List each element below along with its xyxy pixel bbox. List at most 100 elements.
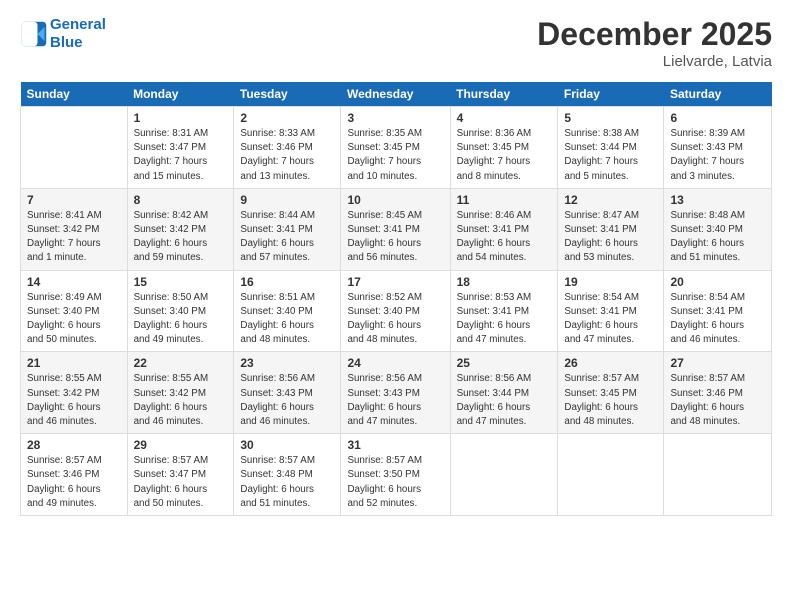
day-number: 22	[134, 356, 228, 370]
cell-details: Sunrise: 8:47 AM Sunset: 3:41 PM Dayligh…	[564, 209, 657, 266]
day-number: 19	[564, 275, 657, 289]
calendar-week-row: 14 Sunrise: 8:49 AM Sunset: 3:40 PM Dayli…	[21, 270, 772, 352]
day-number: 16	[240, 275, 334, 289]
calendar-cell: 30 Sunrise: 8:57 AM Sunset: 3:48 PM Dayli…	[234, 434, 341, 516]
day-number: 31	[347, 438, 443, 452]
logo: General Blue	[20, 16, 106, 52]
calendar-cell	[664, 434, 772, 516]
month-title: December 2025	[537, 16, 772, 53]
weekday-header: Sunday	[21, 82, 128, 107]
calendar-table: SundayMondayTuesdayWednesdayThursdayFrid…	[20, 82, 772, 516]
calendar-week-row: 1 Sunrise: 8:31 AM Sunset: 3:47 PM Daylig…	[21, 107, 772, 189]
calendar-cell: 16 Sunrise: 8:51 AM Sunset: 3:40 PM Dayli…	[234, 270, 341, 352]
calendar-cell: 5 Sunrise: 8:38 AM Sunset: 3:44 PM Daylig…	[558, 107, 664, 189]
cell-details: Sunrise: 8:51 AM Sunset: 3:40 PM Dayligh…	[240, 291, 334, 348]
weekday-header: Wednesday	[341, 82, 450, 107]
day-number: 7	[27, 193, 121, 207]
cell-details: Sunrise: 8:57 AM Sunset: 3:47 PM Dayligh…	[134, 454, 228, 511]
day-number: 12	[564, 193, 657, 207]
calendar-cell: 9 Sunrise: 8:44 AM Sunset: 3:41 PM Daylig…	[234, 188, 341, 270]
day-number: 14	[27, 275, 121, 289]
cell-details: Sunrise: 8:57 AM Sunset: 3:45 PM Dayligh…	[564, 372, 657, 429]
logo-text: General Blue	[50, 16, 106, 52]
calendar-cell: 3Sunrise: 8:35 AM Sunset: 3:45 PM Daylig…	[341, 107, 450, 189]
calendar-cell: 20Sunrise: 8:54 AM Sunset: 3:41 PM Dayli…	[664, 270, 772, 352]
day-number: 8	[134, 193, 228, 207]
calendar-cell: 2 Sunrise: 8:33 AM Sunset: 3:46 PM Daylig…	[234, 107, 341, 189]
calendar-cell: 17 Sunrise: 8:52 AM Sunset: 3:40 PM Dayli…	[341, 270, 450, 352]
cell-details: Sunrise: 8:44 AM Sunset: 3:41 PM Dayligh…	[240, 209, 334, 266]
calendar-cell: 18 Sunrise: 8:53 AM Sunset: 3:41 PM Dayli…	[450, 270, 558, 352]
calendar-week-row: 7Sunrise: 8:41 AM Sunset: 3:42 PM Daylig…	[21, 188, 772, 270]
cell-details: Sunrise: 8:52 AM Sunset: 3:40 PM Dayligh…	[347, 291, 443, 348]
day-number: 17	[347, 275, 443, 289]
day-number: 26	[564, 356, 657, 370]
cell-details: Sunrise: 8:49 AM Sunset: 3:40 PM Dayligh…	[27, 291, 121, 348]
calendar-cell: 26 Sunrise: 8:57 AM Sunset: 3:45 PM Dayli…	[558, 352, 664, 434]
calendar-cell: 4Sunrise: 8:36 AM Sunset: 3:45 PM Daylig…	[450, 107, 558, 189]
calendar-cell: 31Sunrise: 8:57 AM Sunset: 3:50 PM Dayli…	[341, 434, 450, 516]
location: Lielvarde, Latvia	[537, 53, 772, 70]
day-number: 23	[240, 356, 334, 370]
calendar-week-row: 28 Sunrise: 8:57 AM Sunset: 3:46 PM Dayli…	[21, 434, 772, 516]
day-number: 21	[27, 356, 121, 370]
weekday-header: Saturday	[664, 82, 772, 107]
cell-details: Sunrise: 8:57 AM Sunset: 3:48 PM Dayligh…	[240, 454, 334, 511]
day-number: 9	[240, 193, 334, 207]
calendar-cell	[21, 107, 128, 189]
day-number: 13	[670, 193, 765, 207]
calendar-cell	[558, 434, 664, 516]
day-number: 1	[134, 111, 228, 125]
day-number: 15	[134, 275, 228, 289]
calendar-cell: 23Sunrise: 8:56 AM Sunset: 3:43 PM Dayli…	[234, 352, 341, 434]
calendar-cell: 22 Sunrise: 8:55 AM Sunset: 3:42 PM Dayli…	[127, 352, 234, 434]
calendar-cell: 1 Sunrise: 8:31 AM Sunset: 3:47 PM Daylig…	[127, 107, 234, 189]
calendar-cell: 27 Sunrise: 8:57 AM Sunset: 3:46 PM Dayli…	[664, 352, 772, 434]
calendar-cell: 29Sunrise: 8:57 AM Sunset: 3:47 PM Dayli…	[127, 434, 234, 516]
weekday-header: Thursday	[450, 82, 558, 107]
day-number: 25	[457, 356, 552, 370]
cell-details: Sunrise: 8:57 AM Sunset: 3:46 PM Dayligh…	[670, 372, 765, 429]
logo-icon	[20, 20, 48, 48]
cell-details: Sunrise: 8:36 AM Sunset: 3:45 PM Dayligh…	[457, 127, 552, 184]
cell-details: Sunrise: 8:56 AM Sunset: 3:43 PM Dayligh…	[347, 372, 443, 429]
page: General Blue December 2025 Lielvarde, La…	[0, 0, 792, 612]
calendar-cell: 6 Sunrise: 8:39 AM Sunset: 3:43 PM Daylig…	[664, 107, 772, 189]
cell-details: Sunrise: 8:57 AM Sunset: 3:46 PM Dayligh…	[27, 454, 121, 511]
cell-details: Sunrise: 8:48 AM Sunset: 3:40 PM Dayligh…	[670, 209, 765, 266]
weekday-header: Monday	[127, 82, 234, 107]
day-number: 20	[670, 275, 765, 289]
cell-details: Sunrise: 8:55 AM Sunset: 3:42 PM Dayligh…	[27, 372, 121, 429]
cell-details: Sunrise: 8:55 AM Sunset: 3:42 PM Dayligh…	[134, 372, 228, 429]
day-number: 18	[457, 275, 552, 289]
day-number: 6	[670, 111, 765, 125]
calendar-cell: 8 Sunrise: 8:42 AM Sunset: 3:42 PM Daylig…	[127, 188, 234, 270]
cell-details: Sunrise: 8:53 AM Sunset: 3:41 PM Dayligh…	[457, 291, 552, 348]
cell-details: Sunrise: 8:45 AM Sunset: 3:41 PM Dayligh…	[347, 209, 443, 266]
cell-details: Sunrise: 8:33 AM Sunset: 3:46 PM Dayligh…	[240, 127, 334, 184]
cell-details: Sunrise: 8:35 AM Sunset: 3:45 PM Dayligh…	[347, 127, 443, 184]
cell-details: Sunrise: 8:31 AM Sunset: 3:47 PM Dayligh…	[134, 127, 228, 184]
day-number: 30	[240, 438, 334, 452]
cell-details: Sunrise: 8:42 AM Sunset: 3:42 PM Dayligh…	[134, 209, 228, 266]
cell-details: Sunrise: 8:50 AM Sunset: 3:40 PM Dayligh…	[134, 291, 228, 348]
day-number: 11	[457, 193, 552, 207]
calendar-cell: 24Sunrise: 8:56 AM Sunset: 3:43 PM Dayli…	[341, 352, 450, 434]
cell-details: Sunrise: 8:38 AM Sunset: 3:44 PM Dayligh…	[564, 127, 657, 184]
calendar-week-row: 21 Sunrise: 8:55 AM Sunset: 3:42 PM Dayli…	[21, 352, 772, 434]
title-block: December 2025 Lielvarde, Latvia	[537, 16, 772, 70]
header: General Blue December 2025 Lielvarde, La…	[20, 16, 772, 70]
day-number: 28	[27, 438, 121, 452]
calendar-cell: 19 Sunrise: 8:54 AM Sunset: 3:41 PM Dayli…	[558, 270, 664, 352]
header-row: SundayMondayTuesdayWednesdayThursdayFrid…	[21, 82, 772, 107]
cell-details: Sunrise: 8:54 AM Sunset: 3:41 PM Dayligh…	[564, 291, 657, 348]
day-number: 10	[347, 193, 443, 207]
day-number: 27	[670, 356, 765, 370]
day-number: 2	[240, 111, 334, 125]
calendar-cell	[450, 434, 558, 516]
cell-details: Sunrise: 8:39 AM Sunset: 3:43 PM Dayligh…	[670, 127, 765, 184]
weekday-header: Friday	[558, 82, 664, 107]
day-number: 5	[564, 111, 657, 125]
calendar-cell: 13 Sunrise: 8:48 AM Sunset: 3:40 PM Dayli…	[664, 188, 772, 270]
calendar-cell: 10 Sunrise: 8:45 AM Sunset: 3:41 PM Dayli…	[341, 188, 450, 270]
